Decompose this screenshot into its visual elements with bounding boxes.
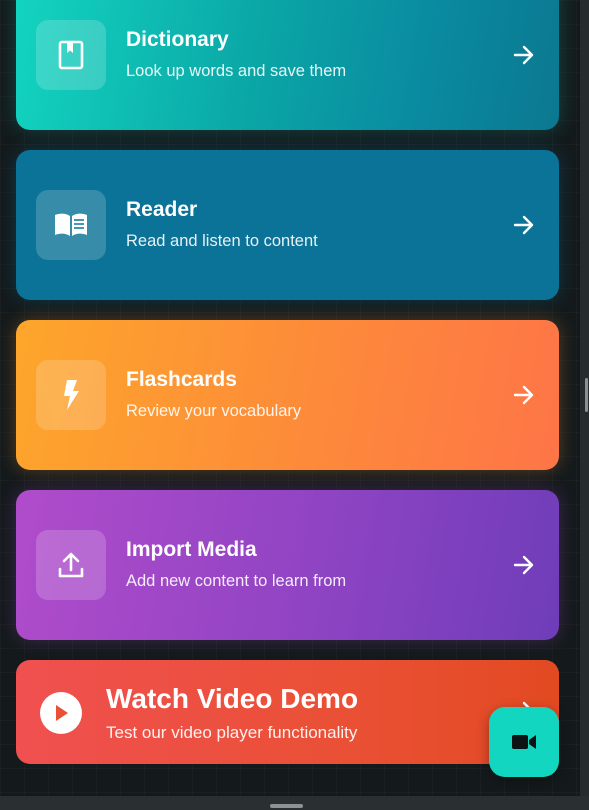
- video-camera-icon: [512, 735, 536, 749]
- import-media-title: Import Media: [126, 538, 257, 561]
- dictionary-title: Dictionary: [126, 28, 229, 51]
- scrollbar[interactable]: [580, 0, 589, 810]
- import-media-subtitle: Add new content to learn from: [126, 572, 347, 590]
- arrow-right-icon: [513, 385, 534, 405]
- video-camera-button[interactable]: [489, 707, 559, 777]
- book-icon: [36, 20, 106, 90]
- reader-card[interactable]: Reader Read and listen to content: [16, 150, 559, 300]
- scrollbar-thumb[interactable]: [585, 378, 588, 412]
- import-media-card[interactable]: Import Media Add new content to learn fr…: [16, 490, 559, 640]
- watch-video-demo-card[interactable]: Watch Video Demo Test our video player f…: [16, 660, 559, 764]
- arrow-right-icon: [513, 555, 534, 575]
- reader-title: Reader: [126, 198, 198, 221]
- home-handle[interactable]: [270, 804, 303, 808]
- arrow-right-icon: [513, 215, 534, 235]
- flashcards-title: Flashcards: [126, 368, 237, 391]
- flashcards-card[interactable]: Flashcards Review your vocabulary: [16, 320, 559, 470]
- lightning-icon: [36, 360, 106, 430]
- upload-icon: [36, 530, 106, 600]
- watch-video-subtitle: Test our video player functionality: [106, 723, 358, 742]
- dictionary-card[interactable]: Dictionary Look up words and save them: [16, 0, 559, 130]
- watch-video-title: Watch Video Demo: [106, 683, 359, 714]
- flashcards-subtitle: Review your vocabulary: [126, 402, 302, 420]
- dictionary-subtitle: Look up words and save them: [126, 62, 347, 80]
- play-icon: [40, 692, 82, 734]
- open-book-icon: [36, 190, 106, 260]
- arrow-right-icon: [513, 45, 534, 65]
- reader-subtitle: Read and listen to content: [126, 232, 318, 250]
